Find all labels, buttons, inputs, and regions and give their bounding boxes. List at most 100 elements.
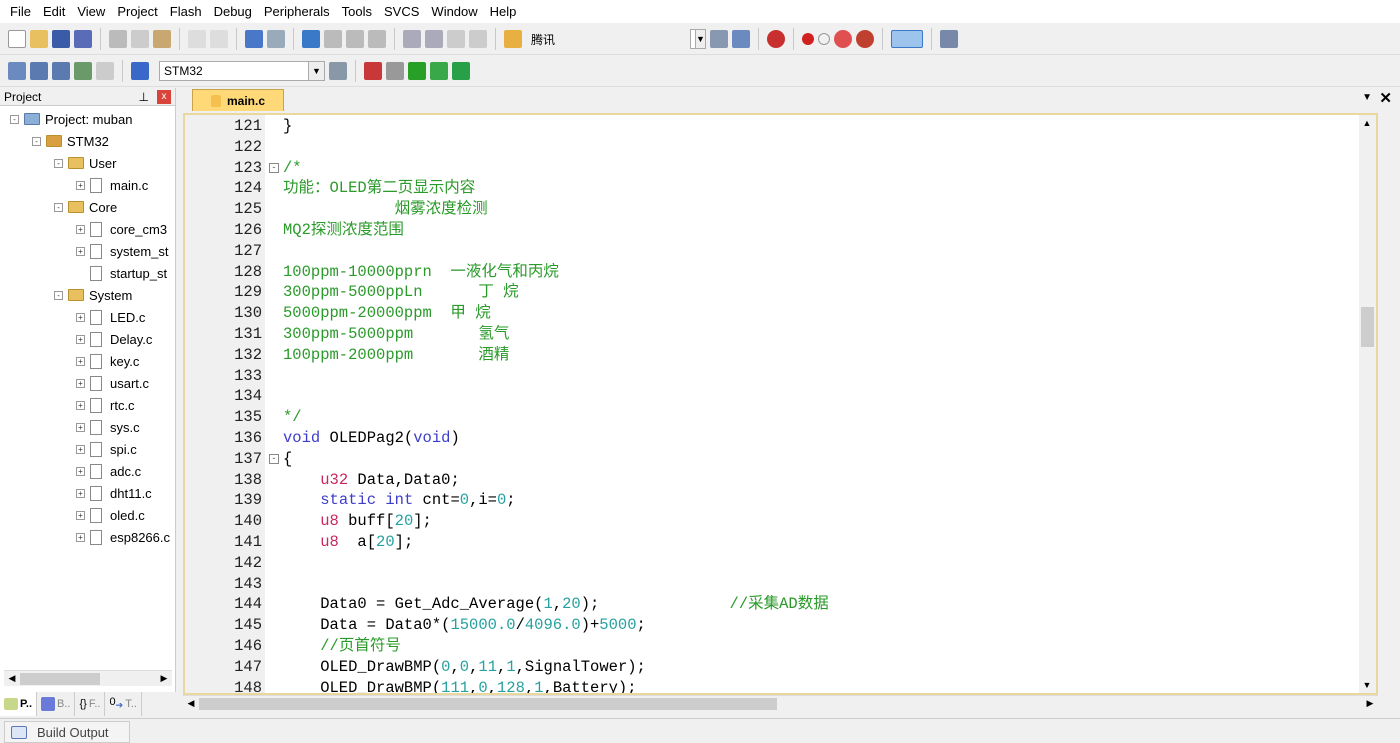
scroll-right-icon[interactable]: ▶ [156,671,172,687]
undo-icon[interactable] [188,30,206,48]
chevron-down-icon[interactable]: ▼ [1362,92,1372,103]
select-software-packs-icon[interactable] [430,62,448,80]
copy-icon[interactable] [131,30,149,48]
stop-build-icon[interactable] [96,62,114,80]
tree-item[interactable]: + LED.c [76,306,145,328]
close-icon[interactable]: x [157,89,171,104]
uncomment-icon[interactable] [469,30,487,48]
expand-toggle-icon[interactable]: + [76,400,85,410]
menu-window[interactable]: Window [425,4,483,19]
scroll-right-icon[interactable]: ▶ [1362,696,1378,712]
forward-icon[interactable] [267,30,285,48]
new-file-icon[interactable] [8,30,26,48]
redo-icon[interactable] [210,30,228,48]
tree-item[interactable]: + oled.c [76,504,145,526]
save-icon[interactable] [52,30,70,48]
manage-components-icon[interactable] [364,62,382,80]
menu-view[interactable]: View [71,4,111,19]
prev-bookmark-icon[interactable] [324,30,342,48]
window-layout-icon[interactable] [891,30,923,48]
indent-icon[interactable] [403,30,421,48]
comment-icon[interactable] [447,30,465,48]
pack-installer-icon[interactable] [408,62,426,80]
kill-all-breakpoints-icon[interactable] [856,30,874,48]
expand-toggle-icon[interactable]: + [76,532,85,542]
tree-item[interactable]: - User [54,152,116,174]
next-bookmark-icon[interactable] [346,30,364,48]
scroll-left-icon[interactable]: ◀ [183,696,199,712]
code-editor[interactable]: 121} 122 123-/* 124 功能：OLED第二页显示内容 125 烟雾浓度检测… [183,113,1378,695]
paste-icon[interactable] [153,30,171,48]
find-in-files-icon[interactable] [504,30,522,48]
target-options-icon[interactable] [329,62,347,80]
menu-file[interactable]: File [4,4,37,19]
menu-edit[interactable]: Edit [37,4,71,19]
tree-item[interactable]: + main.c [76,174,148,196]
translate-icon[interactable] [8,62,26,80]
tree-item[interactable]: + dht11.c [76,482,152,504]
fold-toggle-icon[interactable]: - [269,162,279,173]
tab-functions[interactable]: F.. [89,698,101,710]
expand-toggle-icon[interactable]: + [76,510,85,520]
fold-toggle-icon[interactable]: - [269,453,279,464]
expand-toggle-icon[interactable]: - [10,114,19,124]
load-icon[interactable] [131,62,149,80]
close-icon[interactable]: ✕ [1379,89,1392,107]
tree-item[interactable]: + key.c [76,350,139,372]
tree-item[interactable]: + core_cm3 [76,218,167,240]
expand-toggle-icon[interactable]: + [76,356,85,366]
expand-toggle-icon[interactable]: - [32,136,41,146]
batch-build-icon[interactable] [74,62,92,80]
expand-toggle-icon[interactable]: + [76,224,85,234]
tree-item[interactable]: - Project: muban [10,108,132,130]
expand-toggle-icon[interactable]: - [54,158,63,168]
breakpoint-icon[interactable] [802,33,814,45]
find-combo[interactable]: 腾讯 [526,29,686,49]
find-icon[interactable] [710,30,728,48]
open-icon[interactable] [30,30,48,48]
rebuild-icon[interactable] [52,62,70,80]
unindent-icon[interactable] [425,30,443,48]
tab-build-output[interactable]: Build Output [4,721,130,743]
horizontal-scrollbar[interactable]: ◀ ▶ [183,695,1378,711]
menu-tools[interactable]: Tools [336,4,378,19]
target-select[interactable]: STM32 ▼ [159,61,325,81]
tree-item[interactable]: + Delay.c [76,328,152,350]
scroll-left-icon[interactable]: ◀ [4,671,20,687]
expand-toggle-icon[interactable]: + [76,312,85,322]
expand-toggle-icon[interactable]: + [76,378,85,388]
tree-item[interactable]: - Core [54,196,117,218]
tab-templates[interactable]: T.. [125,698,137,710]
disable-all-breakpoints-icon[interactable] [834,30,852,48]
expand-toggle-icon[interactable]: - [54,290,63,300]
bookmark-icon[interactable] [302,30,320,48]
tree-item[interactable]: startup_st [76,262,167,284]
pin-icon[interactable]: ⊥ [139,90,149,104]
tree-item[interactable]: + rtc.c [76,394,135,416]
tab-main-c[interactable]: main.c [192,89,284,111]
back-icon[interactable] [245,30,263,48]
incremental-find-icon[interactable] [732,30,750,48]
clear-bookmarks-icon[interactable] [368,30,386,48]
project-items-icon[interactable] [386,62,404,80]
build-icon[interactable] [30,62,48,80]
expand-toggle-icon[interactable]: + [76,444,85,454]
expand-toggle-icon[interactable]: + [76,334,85,344]
tree-item[interactable]: + adc.c [76,460,141,482]
expand-toggle-icon[interactable]: + [76,466,85,476]
disable-breakpoint-icon[interactable] [818,33,830,45]
debug-session-icon[interactable] [767,30,785,48]
find-dropdown[interactable]: ▼ [690,29,706,49]
save-all-icon[interactable] [74,30,92,48]
tree-item[interactable]: + sys.c [76,416,140,438]
menu-project[interactable]: Project [111,4,163,19]
menu-svcs[interactable]: SVCS [378,4,425,19]
menu-flash[interactable]: Flash [164,4,208,19]
cut-icon[interactable] [109,30,127,48]
vertical-scrollbar[interactable]: ▲ ▼ [1359,115,1376,693]
tree-item[interactable]: + usart.c [76,372,149,394]
menu-peripherals[interactable]: Peripherals [258,4,336,19]
tree-item[interactable]: - STM32 [32,130,109,152]
expand-toggle-icon[interactable]: + [76,422,85,432]
configure-icon[interactable] [940,30,958,48]
